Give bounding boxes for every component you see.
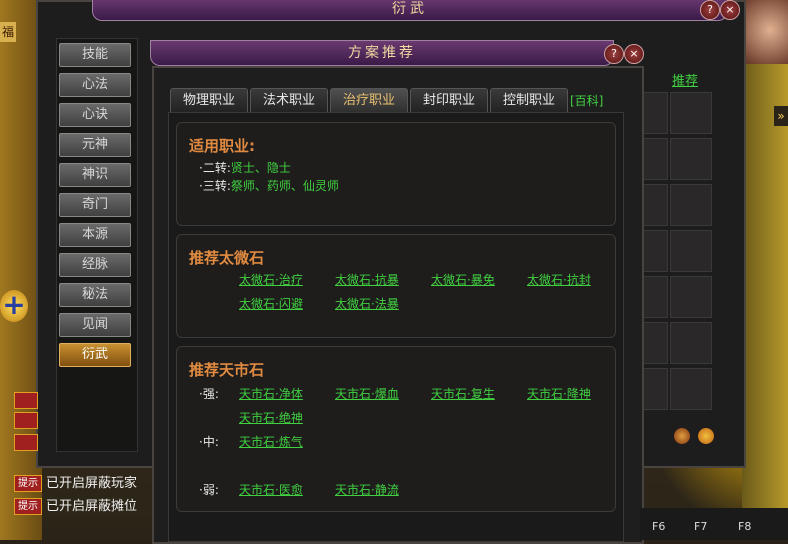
tip-badge: 提示 [14, 498, 42, 515]
tip-badge [14, 412, 38, 429]
strong-label: ·强: [199, 387, 219, 401]
gear-icon[interactable] [674, 428, 690, 444]
tianshi-panel: 推荐天市石 ·强: 天市石·净体 天市石·爆血 天市石·复生 天市石·降神 天市… [176, 346, 616, 512]
fu-tab[interactable]: 福 [0, 22, 16, 42]
chat-line: 提示 已开启屏蔽玩家 [14, 472, 137, 492]
sidebar-item-xinfa[interactable]: 心法 [59, 73, 131, 97]
jobs-row-1-value: 贤士、隐士 [230, 161, 291, 175]
sidebar-item-mifa[interactable]: 秘法 [59, 283, 131, 307]
slot[interactable] [670, 230, 712, 272]
slot[interactable] [670, 138, 712, 180]
dialog-close-button[interactable]: × [624, 44, 644, 64]
taiwei-link[interactable]: 太微石·法暴 [335, 295, 399, 312]
taiwei-link[interactable]: 太微石·闪避 [239, 295, 303, 312]
slot[interactable] [670, 368, 712, 410]
sidebar-item-qimen[interactable]: 奇门 [59, 193, 131, 217]
sidebar-item-jingmai[interactable]: 经脉 [59, 253, 131, 277]
tianshi-link[interactable]: 天市石·复生 [431, 385, 495, 402]
jobs-row-1-label: ·二转: [199, 161, 231, 175]
dialog-help-button[interactable]: ? [604, 44, 624, 64]
jobs-row-2-value: 祭师、药师、仙灵师 [230, 179, 339, 193]
jobs-row-2: ·三转:祭师、药师、仙灵师 [199, 177, 339, 194]
chat-text: 已开启屏蔽摊位 [46, 499, 138, 514]
tab-healing[interactable]: 治疗职业 [330, 88, 408, 113]
tab-magic[interactable]: 法术职业 [250, 88, 328, 113]
sidebar-item-yuanshen[interactable]: 元神 [59, 133, 131, 157]
chat-line: 提示 已开启屏蔽摊位 [14, 495, 137, 515]
outer-help-button[interactable]: ? [700, 0, 720, 20]
dialog-title-bar: 方案推荐 [150, 40, 614, 66]
mid-label: ·中: [199, 435, 219, 449]
outer-title-bar: 衍武 [92, 0, 728, 21]
expand-arrow-icon[interactable]: » [774, 106, 788, 126]
tianshi-link[interactable]: 天市石·炼气 [239, 433, 303, 450]
tianshi-link[interactable]: 天市石·绝神 [239, 409, 303, 426]
jobs-title: 适用职业: [189, 137, 255, 155]
sidebar-item-jianwen[interactable]: 见闻 [59, 313, 131, 337]
tab-control[interactable]: 控制职业 [490, 88, 568, 113]
game-scene-right [742, 0, 788, 540]
taiwei-link[interactable]: 太微石·抗暴 [335, 271, 399, 288]
recommend-link[interactable]: 推荐 [672, 70, 698, 89]
sidebar-item-xinjue[interactable]: 心诀 [59, 103, 131, 127]
hotkey-f6[interactable]: F6 [652, 520, 665, 533]
refresh-icon[interactable] [698, 428, 714, 444]
taiwei-link[interactable]: 太微石·治疗 [239, 271, 303, 288]
outer-title: 衍武 [392, 1, 428, 17]
jobs-row-2-label: ·三转: [199, 179, 231, 193]
jobs-row-1: ·二转:贤士、隐士 [199, 159, 291, 176]
slot[interactable] [670, 276, 712, 318]
tab-physical[interactable]: 物理职业 [170, 88, 248, 113]
taiwei-title: 推荐太微石 [189, 249, 265, 267]
tianshi-link[interactable]: 天市石·医愈 [239, 481, 303, 498]
plus-icon[interactable]: + [0, 290, 28, 322]
sidebar-item-yanwu[interactable]: 衍武 [59, 343, 131, 367]
tip-badge [14, 434, 38, 451]
sidebar-item-shenshi[interactable]: 神识 [59, 163, 131, 187]
tianshi-link[interactable]: 天市石·静流 [335, 481, 399, 498]
slot[interactable] [670, 92, 712, 134]
tianshi-link[interactable]: 天市石·爆血 [335, 385, 399, 402]
chat-text: 已开启屏蔽玩家 [46, 476, 138, 491]
sidebar-item-benyuan[interactable]: 本源 [59, 223, 131, 247]
slot[interactable] [670, 322, 712, 364]
sidebar: 技能 心法 心诀 元神 神识 奇门 本源 经脉 秘法 见闻 衍武 [56, 38, 138, 452]
tianshi-title: 推荐天市石 [189, 361, 265, 379]
jobs-panel: 适用职业: ·二转:贤士、隐士 ·三转:祭师、药师、仙灵师 [176, 122, 616, 226]
tianshi-link[interactable]: 天市石·降神 [527, 385, 591, 402]
tip-badge: 提示 [14, 475, 42, 492]
weak-label: ·弱: [199, 483, 219, 497]
tip-badge [14, 392, 38, 409]
wiki-link[interactable]: [百科] [570, 92, 603, 109]
hotkey-f7[interactable]: F7 [694, 520, 707, 533]
tab-seal[interactable]: 封印职业 [410, 88, 488, 113]
sidebar-item-jineng[interactable]: 技能 [59, 43, 131, 67]
hotkey-f8[interactable]: F8 [738, 520, 751, 533]
dialog-title: 方案推荐 [348, 45, 416, 61]
taiwei-panel: 推荐太微石 太微石·治疗 太微石·抗暴 太微石·暴免 太微石·抗封 太微石·闪避… [176, 234, 616, 338]
slot[interactable] [670, 184, 712, 226]
tianshi-link[interactable]: 天市石·净体 [239, 385, 303, 402]
taiwei-link[interactable]: 太微石·暴免 [431, 271, 495, 288]
taiwei-link[interactable]: 太微石·抗封 [527, 271, 591, 288]
outer-close-button[interactable]: × [720, 0, 740, 20]
